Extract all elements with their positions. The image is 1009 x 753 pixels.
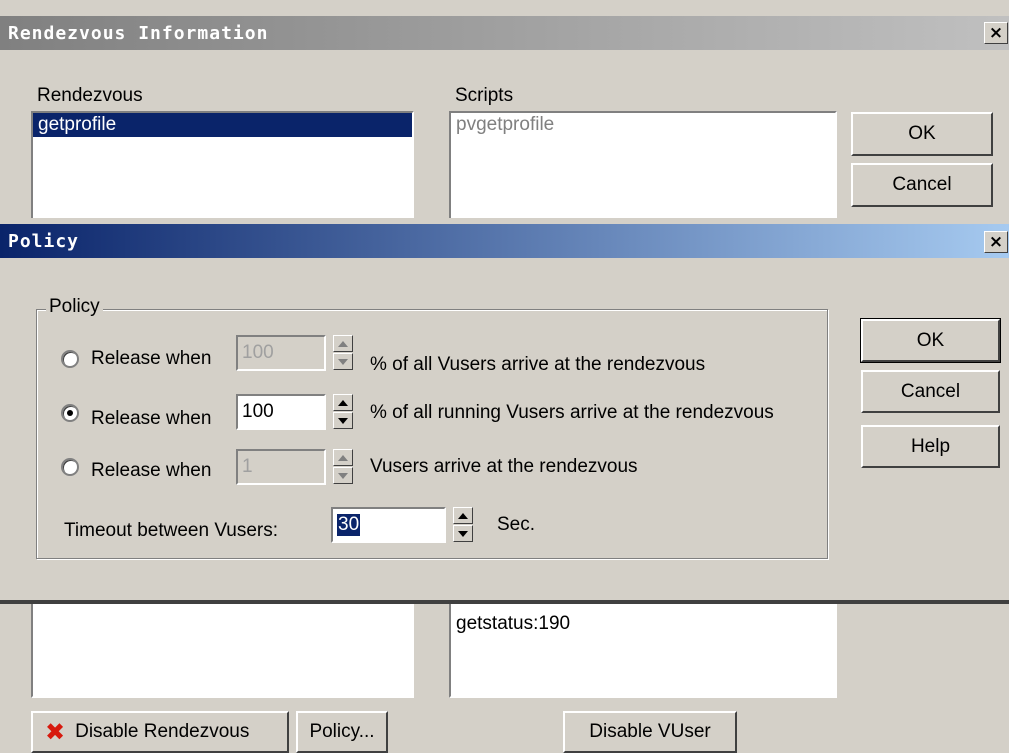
rendezvous-cancel-button[interactable]: Cancel xyxy=(851,163,993,207)
timeout-unit: Sec. xyxy=(497,514,536,535)
release-count-suffix: Vusers arrive at the rendezvous xyxy=(370,456,638,477)
release-count-radio[interactable] xyxy=(61,458,79,476)
release-percent-all-radio[interactable] xyxy=(61,350,79,368)
rendezvous-ok-button[interactable]: OK xyxy=(851,112,993,156)
timeout-label: Timeout between Vusers: xyxy=(64,520,279,541)
policy-button[interactable]: Policy... xyxy=(296,711,388,753)
release-percent-all-input[interactable]: 100 xyxy=(236,335,326,371)
radio-selected-dot xyxy=(67,410,73,416)
policy-titlebar: Policy xyxy=(0,224,1009,258)
release-percent-running-prefix: Release when xyxy=(91,408,212,429)
spin-down-icon xyxy=(458,530,468,537)
rendezvous-titlebar: Rendezvous Information xyxy=(0,16,1009,50)
spin-up-icon xyxy=(458,512,468,519)
rendezvous-list-item[interactable]: getprofile xyxy=(33,113,412,137)
scripts-list-item[interactable]: pvgetprofile xyxy=(451,113,835,137)
release-count-input[interactable]: 1 xyxy=(236,449,326,485)
policy-ok-button[interactable]: OK xyxy=(860,318,1001,363)
release-percent-running-radio[interactable] xyxy=(61,404,79,422)
spin-down-icon xyxy=(338,472,348,479)
disable-rendezvous-button[interactable]: ✖ Disable Rendezvous xyxy=(31,711,289,753)
error-x-icon: ✖ xyxy=(45,718,66,746)
scripts-list-label: Scripts xyxy=(455,85,514,106)
policy-close-button[interactable]: × xyxy=(984,231,1008,253)
rendezvous-list[interactable]: getprofile xyxy=(31,111,414,221)
release-count-spinner[interactable] xyxy=(333,449,353,485)
spin-down-icon xyxy=(338,358,348,365)
policy-dialog: Policy × Policy Release when 100 % of al… xyxy=(0,218,1009,602)
release-percent-running-input[interactable]: 100 xyxy=(236,394,326,430)
spin-down-icon xyxy=(338,417,348,424)
release-percent-all-suffix: % of all Vusers arrive at the rendezvous xyxy=(370,354,706,375)
policy-group-label: Policy xyxy=(46,296,103,318)
policy-help-button[interactable]: Help xyxy=(861,425,1000,468)
vusers-status-list[interactable]: getstatus:190 xyxy=(449,590,837,698)
disable-rendezvous-label: Disable Rendezvous xyxy=(75,721,250,742)
rendezvous-close-button[interactable]: × xyxy=(984,22,1008,44)
timeout-spinner[interactable] xyxy=(453,507,473,543)
rendezvous-title: Rendezvous Information xyxy=(8,22,269,44)
release-percent-running-spinner[interactable] xyxy=(333,394,353,430)
spin-up-icon xyxy=(338,399,348,406)
timeout-input[interactable]: 30 xyxy=(331,507,446,543)
spin-up-icon xyxy=(338,454,348,461)
policy-title: Policy xyxy=(8,230,80,252)
timeout-value: 30 xyxy=(337,514,361,536)
vusers-list[interactable] xyxy=(31,590,414,698)
release-count-prefix: Release when xyxy=(91,460,212,481)
release-percent-running-suffix: % of all running Vusers arrive at the re… xyxy=(370,402,774,423)
rendezvous-list-label: Rendezvous xyxy=(37,85,143,106)
vusers-status-item[interactable]: getstatus:190 xyxy=(451,612,835,636)
policy-cancel-button[interactable]: Cancel xyxy=(861,370,1000,413)
release-percent-all-prefix: Release when xyxy=(91,348,212,369)
disable-vuser-button[interactable]: Disable VUser xyxy=(563,711,737,753)
spin-up-icon xyxy=(338,340,348,347)
scripts-list[interactable]: pvgetprofile xyxy=(449,111,837,221)
release-percent-all-spinner[interactable] xyxy=(333,335,353,371)
